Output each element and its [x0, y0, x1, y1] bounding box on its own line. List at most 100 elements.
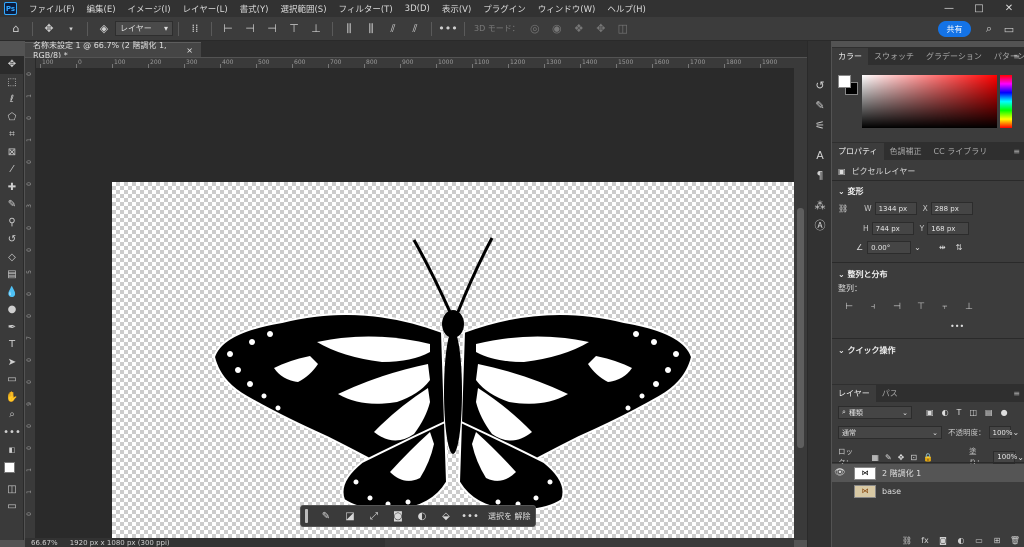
align-left-edges-icon[interactable]: ⊢: [842, 301, 856, 313]
x-field[interactable]: 288 px: [930, 202, 973, 215]
new-adjustment-icon[interactable]: ◐: [952, 536, 970, 545]
close-icon[interactable]: ×: [186, 46, 193, 55]
align-right-edges-icon[interactable]: ⊣: [890, 301, 904, 313]
width-field[interactable]: 1344 px: [874, 202, 917, 215]
align-left-icon[interactable]: ⊢: [220, 21, 236, 37]
type-tool-icon[interactable]: T: [0, 336, 24, 354]
pen-tool-icon[interactable]: ✒: [0, 319, 24, 337]
layer-name[interactable]: 2 階調化 1: [882, 468, 921, 479]
distribute-icon[interactable]: ⫽: [407, 21, 423, 37]
tab-color[interactable]: カラー: [832, 48, 868, 65]
new-layer-icon[interactable]: ⊞: [988, 536, 1006, 545]
zoom-tool-icon[interactable]: ⌕: [0, 406, 24, 424]
transform-selection-icon[interactable]: ⤢: [362, 507, 386, 525]
adjustment-icon[interactable]: ◐: [410, 507, 434, 525]
filter-adjustment-icon[interactable]: ◐: [942, 408, 949, 417]
hue-slider[interactable]: [1000, 75, 1012, 128]
menu-layer[interactable]: レイヤー(L): [177, 3, 234, 15]
move-tool-icon[interactable]: ✥: [0, 56, 24, 74]
mask-icon[interactable]: ◙: [386, 507, 410, 525]
transform-controls-icon[interactable]: ⁞⁞: [187, 21, 203, 37]
menu-help[interactable]: ヘルプ(H): [601, 3, 652, 15]
tab-paths[interactable]: パス: [876, 385, 904, 402]
chevron-down-icon[interactable]: ⌄: [1013, 428, 1020, 437]
color-swatches-icon[interactable]: [0, 459, 24, 481]
tab-gradients[interactable]: グラデーション: [920, 48, 988, 65]
menu-plugins[interactable]: プラグイン: [477, 3, 532, 15]
blend-mode-dropdown[interactable]: 通常 ⌄: [838, 426, 942, 439]
menu-file[interactable]: ファイル(F): [23, 3, 81, 15]
rectangle-tool-icon[interactable]: ▭: [0, 371, 24, 389]
align-vertical-centers-icon[interactable]: ⫟: [938, 301, 952, 313]
healing-brush-icon[interactable]: ✚: [0, 179, 24, 197]
align-right-icon[interactable]: ⊣: [264, 21, 280, 37]
menu-3d[interactable]: 3D(D): [399, 4, 436, 14]
color-picker-field[interactable]: [862, 75, 997, 128]
align-center-h-icon[interactable]: ⊣: [242, 21, 258, 37]
chevron-down-icon[interactable]: ⌄: [914, 243, 921, 252]
panel-menu-icon[interactable]: ≡: [1013, 52, 1020, 61]
link-layers-icon[interactable]: ⛓: [898, 536, 916, 545]
filter-type-icon[interactable]: T: [957, 408, 962, 417]
invert-selection-icon[interactable]: ◪: [338, 507, 362, 525]
visibility-eye-icon[interactable]: 👁: [832, 468, 848, 478]
drag-handle[interactable]: [305, 509, 308, 523]
auto-select-icon[interactable]: ◈: [96, 21, 112, 37]
align-top-icon[interactable]: ⊤: [286, 21, 302, 37]
align-horizontal-centers-icon[interactable]: ⫞: [866, 301, 880, 313]
zoom-level[interactable]: 66.67%: [25, 539, 64, 547]
clone-stamp-icon[interactable]: ⚲: [0, 214, 24, 232]
document-tab[interactable]: 名称未設定 1 @ 66.7% (2 階調化 1, RGB/8) * ×: [25, 41, 201, 60]
distribute-icon[interactable]: ⫼: [341, 21, 357, 37]
chevron-down-icon[interactable]: ⌄: [838, 270, 848, 279]
height-field[interactable]: 744 px: [871, 222, 914, 235]
canvas-workspace[interactable]: [36, 69, 794, 547]
foreground-color-swatch[interactable]: [838, 75, 851, 88]
crop-tool-icon[interactable]: ⌗: [0, 126, 24, 144]
share-button[interactable]: 共有: [938, 21, 971, 37]
gradient-tool-icon[interactable]: ▤: [0, 266, 24, 284]
link-icon[interactable]: ⛓: [838, 204, 848, 213]
layer-kind-filter[interactable]: ⌕ 種類 ⌄: [838, 406, 912, 419]
tab-layers[interactable]: レイヤー: [832, 385, 876, 402]
flip-horizontal-icon[interactable]: ⇹: [939, 243, 946, 252]
trash-icon[interactable]: 🗑: [1006, 536, 1024, 545]
paragraph-icon[interactable]: ¶: [808, 165, 832, 185]
history-icon[interactable]: ↺: [808, 75, 832, 95]
menu-filter[interactable]: フィルター(T): [333, 3, 399, 15]
brush-settings-icon[interactable]: ✎: [808, 95, 832, 115]
filter-smart-object-icon[interactable]: ▤: [985, 408, 993, 417]
chevron-down-icon[interactable]: ▾: [63, 21, 79, 37]
document-info[interactable]: 1920 px x 1080 px (300 ppi): [64, 539, 176, 547]
filter-pixel-icon[interactable]: ▣: [926, 408, 934, 417]
blur-tool-icon[interactable]: 💧: [0, 284, 24, 302]
menu-window[interactable]: ウィンドウ(W): [532, 3, 602, 15]
lock-position-icon[interactable]: ✥: [898, 453, 905, 462]
more-tools-icon[interactable]: •••: [0, 424, 24, 442]
deselect-button[interactable]: 選択を 解除: [488, 511, 531, 522]
tab-properties[interactable]: プロパティ: [832, 143, 884, 160]
layer-row[interactable]: 👁 ⋈ 2 階調化 1: [832, 464, 1024, 482]
flip-vertical-icon[interactable]: ⇅: [956, 243, 963, 252]
search-icon[interactable]: ⌕: [981, 21, 997, 37]
layer-row[interactable]: ⋈ base: [832, 482, 1024, 500]
lock-image-icon[interactable]: ✎: [885, 453, 892, 462]
adjustments-icon[interactable]: ⚟: [808, 115, 832, 135]
vertical-scrollbar[interactable]: [794, 58, 807, 540]
tab-adjustments[interactable]: 色調補正: [884, 143, 928, 160]
home-icon[interactable]: ⌂: [8, 21, 24, 37]
new-group-icon[interactable]: ▭: [970, 536, 988, 545]
frame-tool-icon[interactable]: ⊠: [0, 144, 24, 162]
close-button[interactable]: ✕: [994, 0, 1024, 17]
minimize-button[interactable]: —: [934, 0, 964, 17]
more-options-icon[interactable]: •••: [458, 507, 482, 525]
styles-icon[interactable]: Ⓐ: [808, 215, 832, 235]
distribute-icon[interactable]: ⫼: [363, 21, 379, 37]
more-options-icon[interactable]: •••: [950, 322, 964, 331]
tab-swatches[interactable]: スウォッチ: [868, 48, 920, 65]
scrollbar-thumb[interactable]: [797, 208, 804, 448]
menu-image[interactable]: イメージ(I): [122, 3, 177, 15]
quick-mask-icon[interactable]: ◫: [0, 481, 24, 499]
layer-name[interactable]: base: [882, 487, 901, 496]
menu-edit[interactable]: 編集(E): [81, 3, 122, 15]
